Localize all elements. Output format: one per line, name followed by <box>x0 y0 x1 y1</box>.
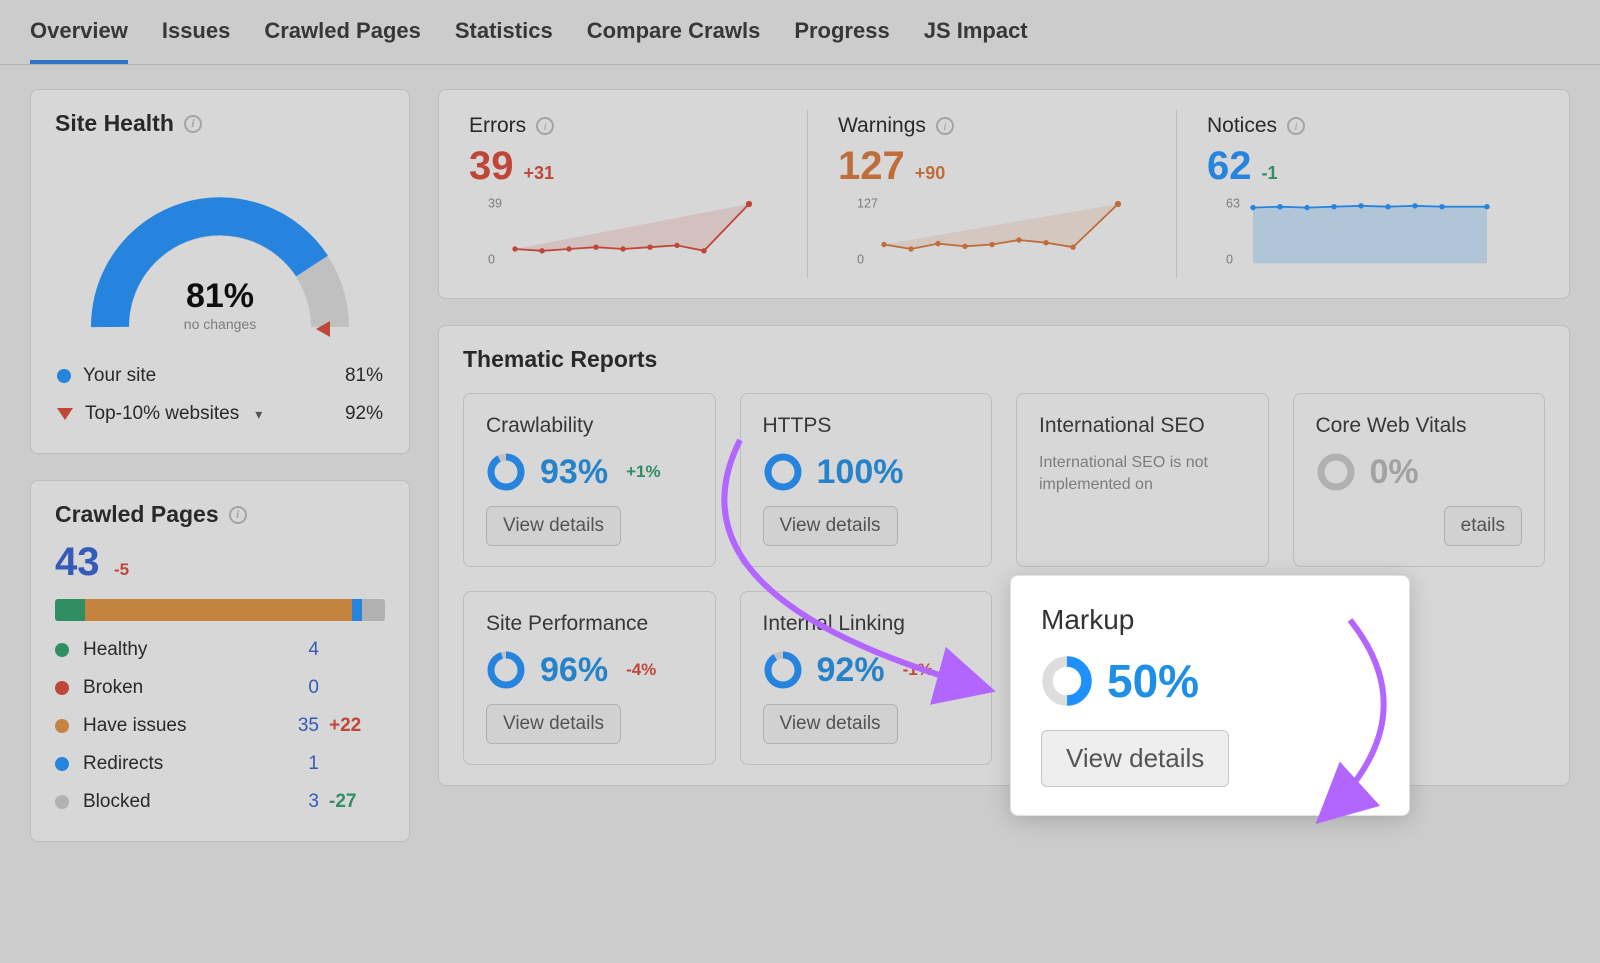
legend-your-site: Your site 81% <box>55 357 385 395</box>
crawl-row-blocked[interactable]: Blocked 3 -27 <box>55 783 385 821</box>
warnings-sparkline: 127 0 <box>838 195 1146 267</box>
errors-sparkline: 39 0 <box>469 195 777 267</box>
svg-text:0: 0 <box>857 252 864 266</box>
view-details-button[interactable]: View details <box>486 506 621 546</box>
legend-label: Your site <box>83 365 156 387</box>
crawled-pages-bar <box>55 599 385 621</box>
tab-statistics[interactable]: Statistics <box>455 18 553 64</box>
legend-label: Top-10% websites <box>85 403 239 425</box>
info-icon[interactable]: i <box>1287 117 1305 135</box>
metrics-card: Errorsi 39+31 39 0 Warningsi 127+90 <box>438 89 1570 299</box>
chevron-down-icon: ▾ <box>255 406 262 423</box>
svg-text:no changes: no changes <box>184 316 256 332</box>
donut-icon <box>763 452 803 492</box>
crawl-row-have-issues[interactable]: Have issues 35 +22 <box>55 707 385 745</box>
donut-icon <box>1041 655 1093 707</box>
view-details-button[interactable]: View details <box>486 704 621 744</box>
donut-icon <box>763 650 803 690</box>
dot-icon <box>55 681 69 695</box>
info-icon[interactable]: i <box>229 506 247 524</box>
report-crawlability: Crawlability 93% +1% View details <box>463 393 716 567</box>
info-icon[interactable]: i <box>536 117 554 135</box>
crawled-pages-title: Crawled Pages <box>55 501 219 528</box>
svg-text:39: 39 <box>488 197 502 211</box>
crawl-row-healthy[interactable]: Healthy 4 <box>55 631 385 669</box>
report-internal-linking: Internal Linking 92% -1% View details <box>740 591 993 765</box>
report-core-web-vitals: Core Web Vitals 0% etails <box>1293 393 1546 567</box>
site-health-title: Site Health <box>55 110 174 137</box>
report-site-performance: Site Performance 96% -4% View details <box>463 591 716 765</box>
crawled-pages-value: 43 <box>55 540 100 584</box>
info-icon[interactable]: i <box>936 117 954 135</box>
dot-icon <box>55 719 69 733</box>
legend-value: 92% <box>345 403 383 425</box>
tab-compare-crawls[interactable]: Compare Crawls <box>587 18 761 64</box>
metric-errors[interactable]: Errorsi 39+31 39 0 <box>463 110 807 278</box>
site-health-card: Site Health i 81% no changes Y <box>30 89 410 454</box>
svg-text:63: 63 <box>1226 197 1240 211</box>
tab-overview[interactable]: Overview <box>30 18 128 64</box>
donut-icon <box>1316 452 1356 492</box>
dot-icon <box>55 757 69 771</box>
tab-issues[interactable]: Issues <box>162 18 231 64</box>
svg-text:127: 127 <box>857 197 878 211</box>
tab-crawled-pages[interactable]: Crawled Pages <box>264 18 421 64</box>
triangle-down-icon <box>57 408 73 420</box>
notices-sparkline: 63 0 <box>1207 195 1515 267</box>
view-details-button[interactable]: etails <box>1444 506 1522 546</box>
dot-icon <box>55 643 69 657</box>
svg-text:81%: 81% <box>186 277 254 315</box>
view-details-button[interactable]: View details <box>1041 730 1229 787</box>
info-icon[interactable]: i <box>184 115 202 133</box>
dot-icon <box>57 369 71 383</box>
svg-text:0: 0 <box>1226 252 1233 266</box>
tabs: Overview Issues Crawled Pages Statistics… <box>0 0 1600 65</box>
view-details-button[interactable]: View details <box>763 506 898 546</box>
report-markup-popout: Markup 50% View details <box>1010 575 1410 816</box>
donut-icon <box>486 452 526 492</box>
crawled-pages-card: Crawled Pages i 43 -5 Healthy 4 <box>30 480 410 842</box>
metric-warnings[interactable]: Warningsi 127+90 127 0 <box>807 110 1176 278</box>
popout-title: Markup <box>1041 604 1379 636</box>
crawled-pages-delta: -5 <box>114 560 129 579</box>
legend-value: 81% <box>345 365 383 387</box>
thematic-heading: Thematic Reports <box>463 346 657 373</box>
site-health-gauge: 81% no changes <box>70 157 370 347</box>
legend-top10[interactable]: Top-10% websites ▾ 92% <box>55 395 385 433</box>
tab-js-impact[interactable]: JS Impact <box>924 18 1028 64</box>
crawl-row-broken[interactable]: Broken 0 <box>55 669 385 707</box>
donut-icon <box>486 650 526 690</box>
report-https: HTTPS 100% View details <box>740 393 993 567</box>
svg-text:0: 0 <box>488 252 495 266</box>
view-details-button[interactable]: View details <box>763 704 898 744</box>
tab-progress[interactable]: Progress <box>794 18 889 64</box>
metric-notices[interactable]: Noticesi 62-1 63 0 <box>1176 110 1545 278</box>
dot-icon <box>55 795 69 809</box>
crawl-row-redirects[interactable]: Redirects 1 <box>55 745 385 783</box>
report-international-seo: International SEO International SEO is n… <box>1016 393 1269 567</box>
